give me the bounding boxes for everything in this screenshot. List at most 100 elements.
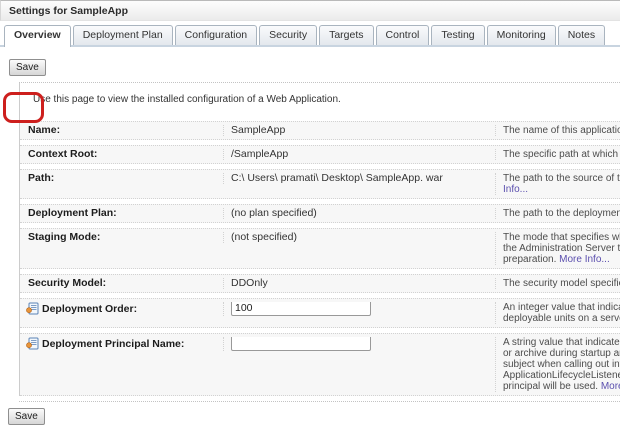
description-line: The security model specifies h	[503, 278, 620, 289]
dynamic-attribute-icon	[26, 302, 39, 318]
table-row: Context Root: /SampleApp The specific path…	[20, 145, 620, 164]
description-text: principal will be used.	[503, 381, 601, 392]
description-text: deployable units on a server,	[503, 313, 620, 324]
description-line: The path to the source of the	[503, 173, 620, 184]
description-text: A string value that indicates w	[503, 337, 620, 348]
row-label: Context Root:	[20, 149, 223, 160]
deployment-principal-name-input[interactable]	[231, 337, 371, 351]
row-label: Path:	[20, 173, 223, 184]
row-label-text: Deployment Principal Name:	[42, 338, 184, 350]
row-label: Name:	[20, 125, 223, 136]
row-value: DDOnly	[223, 278, 495, 289]
row-value: (no plan specified)	[223, 208, 495, 219]
deployment-order-input[interactable]	[231, 302, 371, 316]
description-text: The path to the deployment p	[503, 208, 620, 219]
row-description: The name of this application	[495, 125, 620, 136]
save-button-bottom[interactable]: Save	[8, 408, 45, 425]
description-line: principal will be used. More	[503, 381, 620, 392]
description-line: or archive during startup and	[503, 348, 620, 359]
tab-notes[interactable]: Notes	[558, 25, 605, 45]
row-value: C:\ Users\ pramati\ Desktop\ SampleApp. …	[223, 173, 495, 184]
description-text: The name of this application	[503, 125, 620, 136]
tab-monitoring[interactable]: Monitoring	[487, 25, 556, 45]
row-label-text: Security Model:	[28, 278, 106, 289]
description-text: The specific path at which thi	[503, 149, 620, 160]
tab-deployment-plan[interactable]: Deployment Plan	[73, 25, 173, 45]
description-line: deployable units on a server,	[503, 313, 620, 324]
row-label: Deployment Principal Name:	[20, 337, 223, 353]
tab-security[interactable]: Security	[259, 25, 317, 45]
table-row: Deployment Order: An integer value that i…	[20, 298, 620, 328]
description-text: The mode that specifies whet	[503, 232, 620, 243]
description-line: The path to the deployment p	[503, 208, 620, 219]
save-button-top[interactable]: Save	[9, 59, 46, 76]
row-label-text: Staging Mode:	[28, 232, 100, 243]
row-label: Deployment Order:	[20, 302, 223, 318]
description-line: subject when calling out into	[503, 359, 620, 370]
tab-configuration[interactable]: Configuration	[175, 25, 257, 45]
row-value: /SampleApp	[223, 149, 495, 160]
row-label: Deployment Plan:	[20, 208, 223, 219]
row-description: A string value that indicates wor archiv…	[495, 337, 620, 392]
row-description: The specific path at which thi	[495, 149, 620, 160]
description-line: The name of this application	[503, 125, 620, 136]
content-panel: Use this page to view the installed conf…	[19, 83, 620, 396]
tab-targets[interactable]: Targets	[319, 25, 373, 45]
row-label-text: Path:	[28, 173, 54, 184]
row-description: The path to the source of theInfo...	[495, 173, 620, 195]
more-info-link[interactable]: More Info...	[559, 254, 610, 265]
description-text: The security model specifies h	[503, 278, 620, 289]
tab-control[interactable]: Control	[376, 25, 430, 45]
tab-strip: OverviewDeployment PlanConfigurationSecu…	[0, 25, 620, 47]
description-line: Info...	[503, 184, 620, 195]
table-row: Security Model: DDOnly The security model …	[20, 274, 620, 293]
tab-testing[interactable]: Testing	[431, 25, 484, 45]
intro-text: Use this page to view the installed conf…	[20, 83, 620, 105]
description-line: An integer value that indicate	[503, 302, 620, 313]
row-value	[223, 337, 495, 351]
table-row: Deployment Plan: (no plan specified) The p…	[20, 204, 620, 223]
tab-overview[interactable]: Overview	[4, 25, 71, 47]
more-info-link[interactable]: More	[601, 381, 620, 392]
description-text: The path to the source of the	[503, 173, 620, 184]
toolbar: Save	[0, 47, 620, 82]
row-label: Staging Mode:	[20, 232, 223, 243]
description-text: subject when calling out into	[503, 359, 620, 370]
description-line: The specific path at which thi	[503, 149, 620, 160]
row-description: An integer value that indicatedeployable…	[495, 302, 620, 324]
row-label-text: Deployment Order:	[42, 303, 137, 315]
row-label-text: Name:	[28, 125, 60, 136]
description-text: preparation.	[503, 254, 559, 265]
row-value: (not specified)	[223, 232, 495, 243]
table-row: Staging Mode: (not specified) The mode tha…	[20, 228, 620, 269]
description-text: the Administration Server to t	[503, 243, 620, 254]
row-description: The path to the deployment p	[495, 208, 620, 219]
row-label-text: Deployment Plan:	[28, 208, 117, 219]
page-title: Settings for SampleApp	[0, 0, 620, 21]
description-text: or archive during startup and	[503, 348, 620, 359]
row-value-text: C:\ Users\ pramati\ Desktop\ SampleApp. …	[231, 173, 443, 184]
description-line: ApplicationLifecycleListener. I	[503, 370, 620, 381]
table-row: Deployment Principal Name: A string value…	[20, 333, 620, 396]
table-row: Name: SampleApp The name of this applicati…	[20, 121, 620, 140]
row-description: The mode that specifies whetthe Administ…	[495, 232, 620, 265]
table-row: Path: C:\ Users\ pramati\ Desktop\ Sample…	[20, 169, 620, 199]
row-value-text: SampleApp	[231, 125, 285, 136]
footer: Save	[0, 402, 620, 425]
settings-table: Name: SampleApp The name of this applicati…	[20, 121, 620, 396]
row-value-text: (no plan specified)	[231, 208, 317, 219]
row-value-text: /SampleApp	[231, 149, 288, 160]
row-value-text: DDOnly	[231, 278, 268, 289]
more-info-link[interactable]: Info...	[503, 184, 528, 195]
row-value: SampleApp	[223, 125, 495, 136]
description-line: preparation. More Info...	[503, 254, 620, 265]
description-line: the Administration Server to t	[503, 243, 620, 254]
dynamic-attribute-icon	[26, 337, 39, 353]
row-description: The security model specifies h	[495, 278, 620, 289]
row-label-text: Context Root:	[28, 149, 97, 160]
row-label: Security Model:	[20, 278, 223, 289]
description-text: An integer value that indicate	[503, 302, 620, 313]
row-value	[223, 302, 495, 316]
row-value-text: (not specified)	[231, 232, 297, 243]
description-line: The mode that specifies whet	[503, 232, 620, 243]
